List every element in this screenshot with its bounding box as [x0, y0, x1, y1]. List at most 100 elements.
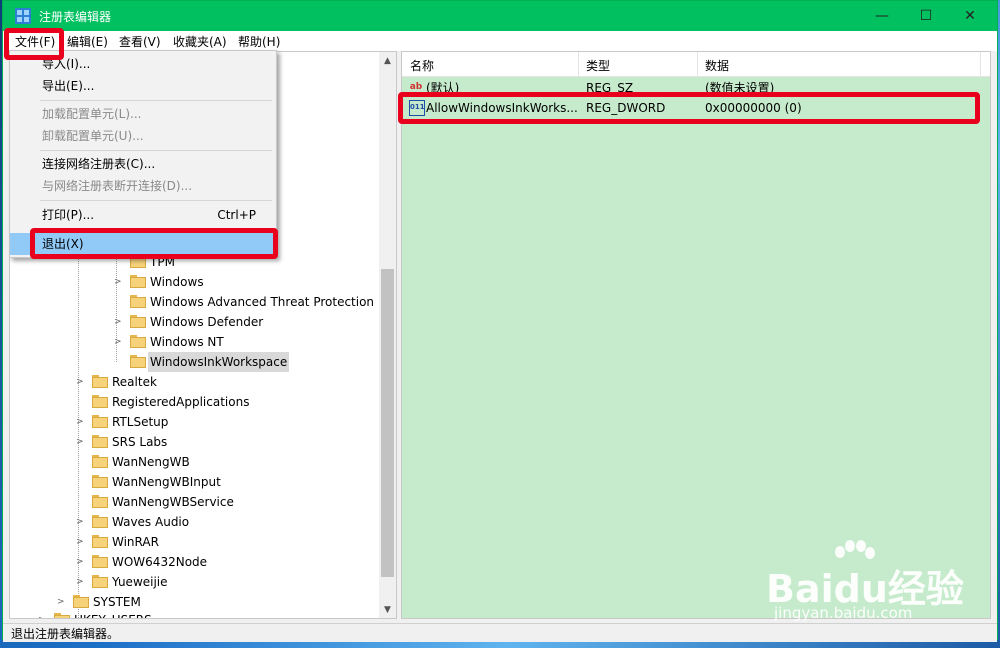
tree-vertical-scrollbar[interactable]: ▲ ▼	[379, 52, 396, 618]
folder-icon	[92, 535, 108, 548]
scrollbar-thumb[interactable]	[381, 269, 394, 577]
tree-item-label: WinRAR	[112, 535, 159, 549]
menu-favorites[interactable]: 收藏夹(A)	[173, 33, 227, 50]
menu-separator	[40, 150, 272, 151]
folder-icon	[130, 335, 146, 348]
folder-icon	[92, 435, 108, 448]
expand-arrow-icon[interactable]: >	[76, 532, 86, 552]
tree-item[interactable]: Windows Advanced Threat Protection	[10, 292, 380, 312]
column-header-data[interactable]: 数据	[705, 57, 729, 74]
tree-item[interactable]: WanNengWBService	[10, 492, 380, 512]
tree-item[interactable]: > SRS Labs	[10, 432, 380, 452]
tree-item[interactable]: > SYSTEM	[10, 592, 380, 612]
menu-view[interactable]: 查看(V)	[119, 33, 161, 50]
folder-icon	[92, 555, 108, 568]
expand-arrow-icon[interactable]: >	[76, 572, 86, 592]
tree-item-label: HKEY_USERS	[74, 610, 152, 618]
scroll-up-arrow-icon[interactable]: ▲	[379, 52, 396, 69]
tree-item-label: WanNengWBService	[112, 495, 234, 509]
folder-icon	[92, 415, 108, 428]
folder-icon	[92, 495, 108, 508]
column-divider[interactable]	[980, 52, 981, 76]
menu-item-label: 加载配置单元(L)...	[42, 107, 142, 121]
menu-help[interactable]: 帮助(H)	[238, 33, 280, 50]
folder-icon	[92, 395, 108, 408]
tree-item-label: Yueweijie	[112, 575, 168, 589]
folder-icon	[92, 375, 108, 388]
list-header: 名称 类型 数据	[402, 52, 990, 77]
baidu-jingyan-watermark: Baidu经验 jingyan.baidu.com	[762, 540, 992, 628]
tree-item[interactable]: > HKEY_USERS	[10, 610, 380, 618]
tree-item-label: RegisteredApplications	[112, 395, 250, 409]
menu-item-label: 导出(E)...	[42, 79, 95, 93]
folder-icon	[130, 275, 146, 288]
menu-separator	[40, 200, 272, 201]
menu-edit[interactable]: 编辑(E)	[67, 33, 108, 50]
watermark-url: jingyan.baidu.com	[774, 604, 913, 622]
expand-arrow-icon[interactable]: >	[76, 552, 86, 572]
tree-item[interactable]: > Windows NT	[10, 332, 380, 352]
expand-arrow-icon[interactable]: >	[76, 372, 86, 392]
registry-editor-app-icon	[15, 8, 31, 24]
folder-icon	[130, 315, 146, 328]
tree-item-label: SRS Labs	[112, 435, 168, 449]
tree-item-label: WanNengWBInput	[112, 475, 221, 489]
menu-item-export[interactable]: 导出(E)...	[10, 75, 276, 97]
tree-item-label: WOW6432Node	[112, 555, 208, 569]
maximize-icon: ☐	[919, 8, 933, 24]
column-divider[interactable]	[578, 52, 579, 76]
column-divider[interactable]	[697, 52, 698, 76]
expand-arrow-icon[interactable]: >	[76, 432, 86, 452]
tree-item-label: Windows	[150, 275, 204, 289]
tree-item-label: Windows NT	[150, 335, 224, 349]
highlight-box-file-menu	[4, 28, 64, 60]
tree-item[interactable]: > Waves Audio	[10, 512, 380, 532]
expand-arrow-icon[interactable]: >	[114, 332, 124, 352]
maximize-button[interactable]: ☐	[903, 1, 949, 31]
menu-bar: 文件(F) 编辑(E) 查看(V) 收藏夹(A) 帮助(H)	[3, 31, 997, 51]
menu-item-label: 连接网络注册表(C)...	[42, 157, 156, 171]
minimize-button[interactable]: —	[859, 1, 905, 31]
tree-item[interactable]: RegisteredApplications	[10, 392, 380, 412]
menu-item-print[interactable]: 打印(P)... Ctrl+P	[10, 204, 276, 226]
expand-arrow-icon[interactable]: >	[114, 272, 124, 292]
column-header-type[interactable]: 类型	[586, 57, 610, 74]
menu-item-disconnect-network-registry: 与网络注册表断开连接(D)...	[10, 175, 276, 197]
menu-item-load-hive: 加载配置单元(L)...	[10, 103, 276, 125]
close-button[interactable]: ✕	[947, 1, 993, 31]
tree-item-label: RTLSetup	[112, 415, 169, 429]
tree-item[interactable]: > Windows	[10, 272, 380, 292]
folder-icon	[130, 355, 146, 368]
title-bar[interactable]: 注册表编辑器 — ☐ ✕	[3, 1, 997, 31]
tree-item[interactable]: WanNengWB	[10, 452, 380, 472]
menu-separator	[40, 100, 272, 101]
tree-item[interactable]: > RTLSetup	[10, 412, 380, 432]
expand-arrow-icon[interactable]: >	[114, 312, 124, 332]
folder-icon	[130, 295, 146, 308]
expand-arrow-icon[interactable]: >	[57, 592, 67, 612]
expand-arrow-icon[interactable]: >	[38, 610, 48, 618]
tree-item[interactable]: > WOW6432Node	[10, 552, 380, 572]
menu-item-connect-network-registry[interactable]: 连接网络注册表(C)...	[10, 153, 276, 175]
menu-item-label: 与网络注册表断开连接(D)...	[42, 179, 193, 193]
status-text: 退出注册表编辑器。	[11, 627, 120, 641]
tree-item[interactable]: WanNengWBInput	[10, 472, 380, 492]
menu-item-label: 卸载配置单元(U)...	[42, 129, 144, 143]
menu-item-label: 打印(P)...	[42, 208, 95, 222]
tree-item-selected[interactable]: WindowsInkWorkspace	[10, 352, 380, 372]
tree-item[interactable]: > Yueweijie	[10, 572, 380, 592]
tree-item[interactable]: > Realtek	[10, 372, 380, 392]
scroll-down-arrow-icon[interactable]: ▼	[379, 601, 396, 618]
tree-item[interactable]: > WinRAR	[10, 532, 380, 552]
expand-arrow-icon[interactable]: >	[76, 412, 86, 432]
tree-item[interactable]: > Windows Defender	[10, 312, 380, 332]
column-header-name[interactable]: 名称	[410, 57, 434, 74]
highlight-box-value-row	[398, 92, 980, 124]
tree-item-label: WanNengWB	[112, 455, 190, 469]
folder-icon	[92, 515, 108, 528]
highlight-box-exit-item	[30, 228, 278, 259]
close-icon: ✕	[964, 8, 976, 24]
expand-arrow-icon[interactable]: >	[76, 512, 86, 532]
registry-values-list[interactable]: 名称 类型 数据 ab (默认) REG_SZ (数值未设置) 011 Allo…	[401, 51, 991, 619]
folder-icon	[92, 575, 108, 588]
